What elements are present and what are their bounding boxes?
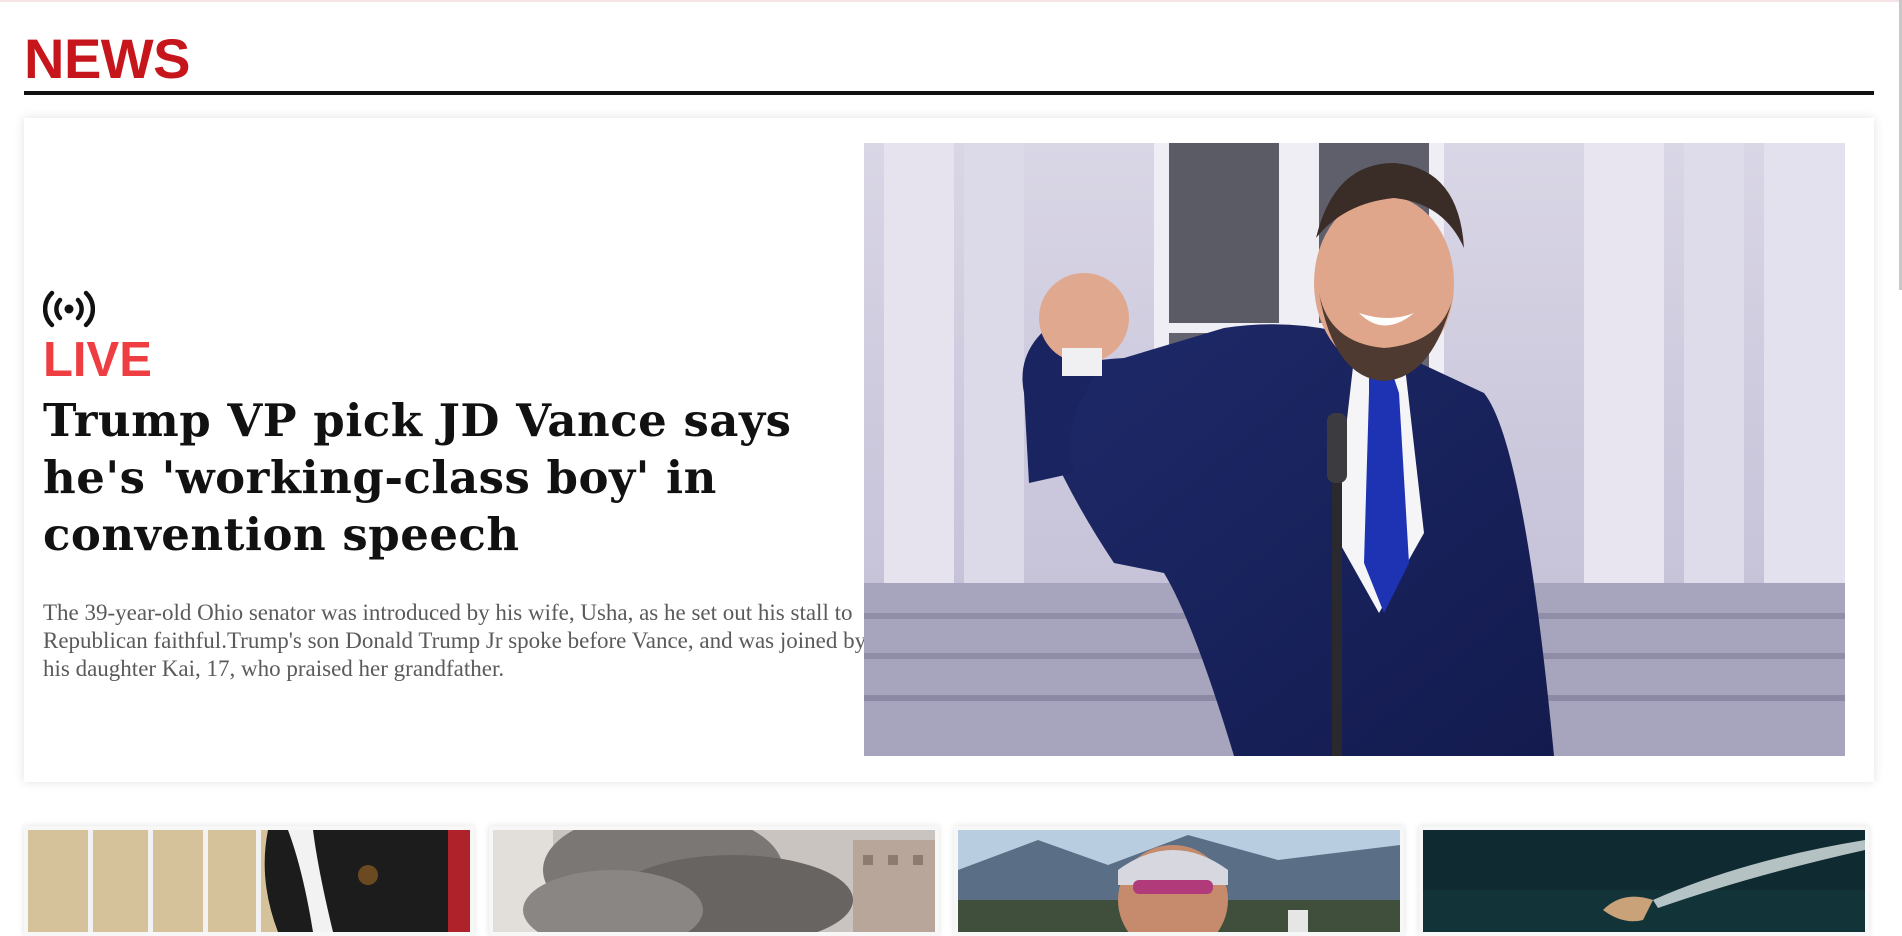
featured-headline[interactable]: Trump VP pick JD Vance says he's 'workin… [43,392,843,563]
featured-summary: The 39-year-old Ohio senator was introdu… [43,600,867,681]
featured-story-card[interactable]: LIVE Trump VP pick JD Vance says he's 'w… [24,118,1874,782]
story-thumbnails-row [24,826,1874,936]
dog-in-cage-photo [28,830,470,932]
cyclist-portrait-photo [958,830,1400,932]
story-card[interactable] [1419,826,1869,936]
water-jet-photo [1423,830,1865,932]
smoke-over-city-photo [493,830,935,932]
section-title[interactable]: NEWS [24,26,1874,92]
broadcast-icon [43,290,95,328]
story-card[interactable] [954,826,1404,936]
speaker-at-podium-photo [864,143,1845,756]
featured-image[interactable] [864,143,1845,756]
featured-story-text: LIVE Trump VP pick JD Vance says he's 'w… [43,290,866,683]
section-header: NEWS [24,26,1874,92]
section-divider [24,91,1874,95]
live-badge: LIVE [43,333,152,387]
story-card[interactable] [489,826,939,936]
story-card[interactable] [24,826,474,936]
top-accent-line [0,0,1902,2]
